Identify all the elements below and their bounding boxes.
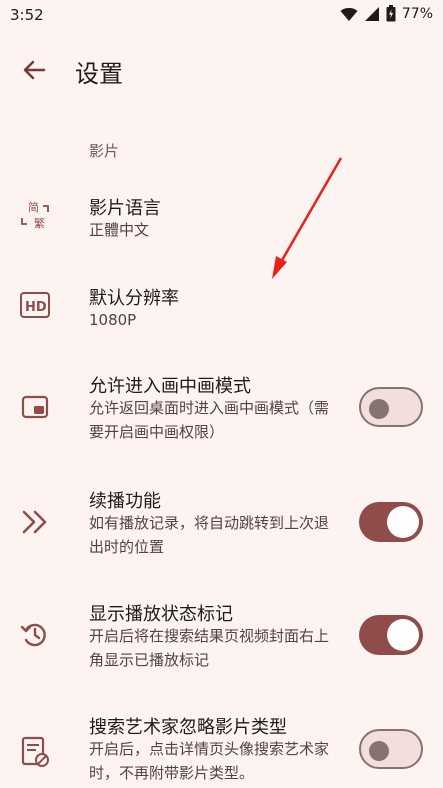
annotation-arrow [272, 157, 343, 279]
